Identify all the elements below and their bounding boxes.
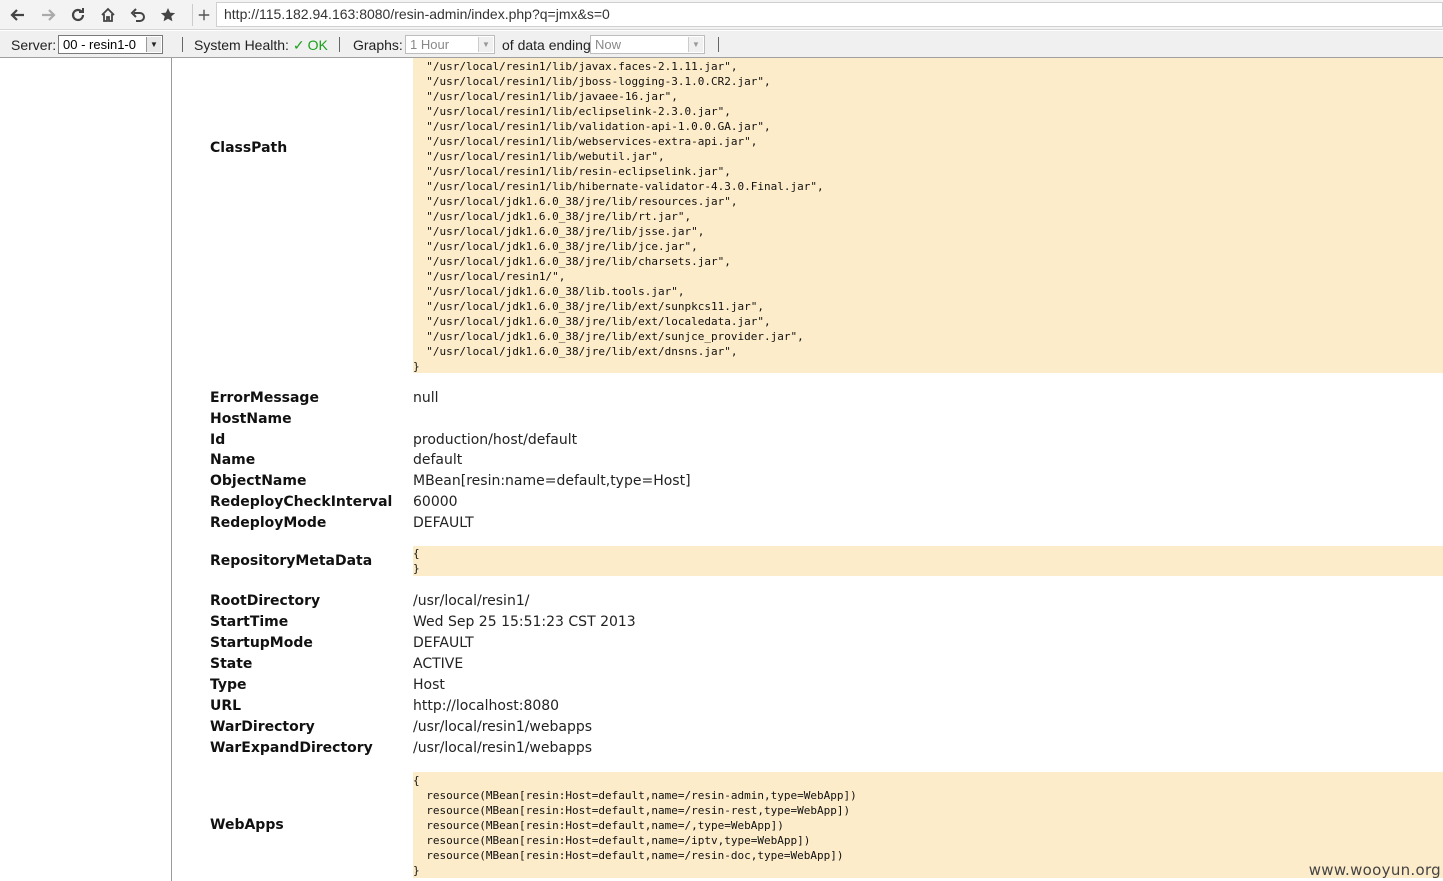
home-icon[interactable]: [97, 4, 119, 26]
reload-icon[interactable]: [67, 4, 89, 26]
prop-name: StartTime: [210, 614, 289, 630]
webapps-value-block: { resource(MBean[resin:Host=default,name…: [413, 772, 1443, 878]
code-line: "/usr/local/resin1/lib/jboss-logging-3.1…: [413, 75, 771, 88]
back-icon[interactable]: [7, 4, 29, 26]
prop-name-webapps: WebApps: [210, 817, 284, 833]
prop-name: Name: [210, 452, 256, 469]
health-status: OK: [307, 37, 328, 53]
code-line: resource(MBean[resin:Host=default,name=/…: [413, 789, 857, 802]
prop-name-classpath: ClassPath: [210, 140, 288, 156]
browser-toolbar: http://115.182.94.163:8080/resin-admin/i…: [0, 0, 1443, 30]
prop-name: WarExpandDirectory: [210, 740, 373, 756]
forward-icon[interactable]: [37, 4, 59, 26]
code-line: "/usr/local/resin1/lib/validation-api-1.…: [413, 120, 771, 133]
code-line: "/usr/local/jdk1.6.0_38/jre/lib/jce.jar"…: [413, 240, 698, 253]
bookmark-star-icon[interactable]: [157, 4, 179, 26]
system-health-label: System Health: ✓ OK: [194, 37, 328, 54]
code-line: }: [413, 864, 420, 877]
prop-name: ErrorMessage: [210, 390, 319, 406]
prop-value: DEFAULT: [413, 514, 474, 531]
check-icon: ✓: [292, 37, 305, 53]
code-line: {: [413, 547, 420, 560]
prop-name: RedeployCheckInterval: [210, 494, 393, 510]
code-line: {: [413, 774, 420, 787]
prop-value: production/host/default: [413, 431, 578, 448]
prop-name: State: [210, 656, 253, 672]
server-label: Server:: [11, 37, 57, 53]
server-select-value: 00 - resin1-0: [63, 37, 136, 52]
graphs-period-value: 1 Hour: [410, 37, 450, 52]
left-panel-border: [171, 58, 172, 881]
code-line: "/usr/local/jdk1.6.0_38/jre/lib/ext/sunj…: [413, 330, 804, 343]
prop-name: ObjectName: [210, 473, 307, 490]
prop-value: /usr/local/resin1/webapps: [413, 740, 593, 756]
server-select[interactable]: 00 - resin1-0 ▼: [58, 35, 163, 54]
chevron-down-icon: ▼: [478, 37, 493, 52]
prop-value: Host: [413, 677, 445, 693]
code-line: "/usr/local/jdk1.6.0_38/jre/lib/rt.jar",: [413, 210, 692, 223]
divider: [339, 37, 340, 52]
prop-value: 60000: [413, 494, 458, 510]
prop-value: http://localhost:8080: [413, 698, 560, 714]
prop-name: Id: [210, 431, 226, 448]
code-line: "/usr/local/jdk1.6.0_38/jre/lib/jsse.jar…: [413, 225, 705, 238]
divider: [182, 37, 183, 52]
code-line: resource(MBean[resin:Host=default,name=/…: [413, 819, 784, 832]
code-line: "/usr/local/resin1/lib/resin-eclipselink…: [413, 165, 731, 178]
admin-header-bar: Server: 00 - resin1-0 ▼ System Health: ✓…: [0, 31, 1443, 58]
code-line: resource(MBean[resin:Host=default,name=/…: [413, 804, 851, 817]
data-ending-value: Now: [595, 37, 622, 52]
chevron-down-icon: ▼: [146, 37, 161, 52]
prop-name: HostName: [210, 410, 292, 427]
classpath-value-block: "/usr/local/resin1/lib/javax.faces-2.1.1…: [413, 58, 1443, 373]
prop-name: Type: [210, 677, 247, 693]
prop-value: /usr/local/resin1/: [413, 593, 530, 609]
prop-value: /usr/local/resin1/webapps: [413, 719, 593, 735]
prop-value: MBean[resin:name=default,type=Host]: [413, 473, 691, 490]
code-line: "/usr/local/resin1/lib/webservices-extra…: [413, 135, 758, 148]
data-ending-label: of data ending: [502, 37, 591, 53]
prop-name-repositorymetadata: RepositoryMetaData: [210, 553, 373, 569]
prop-value: default: [413, 452, 463, 469]
code-line: "/usr/local/jdk1.6.0_38/lib.tools.jar",: [413, 285, 685, 298]
divider: [718, 37, 719, 52]
data-ending-select[interactable]: Now ▼: [590, 35, 705, 54]
code-line: "/usr/local/resin1/",: [413, 270, 566, 283]
prop-value: ACTIVE: [413, 656, 464, 672]
code-line: "/usr/local/jdk1.6.0_38/jre/lib/ext/sunp…: [413, 300, 764, 313]
code-line: resource(MBean[resin:Host=default,name=/…: [413, 849, 844, 862]
code-line: }: [413, 562, 420, 575]
address-bar[interactable]: http://115.182.94.163:8080/resin-admin/i…: [216, 2, 1443, 27]
prop-name: WarDirectory: [210, 719, 315, 735]
prop-value: null: [413, 390, 439, 406]
code-line: }: [413, 360, 420, 373]
prop-name: URL: [210, 698, 242, 714]
graphs-label: Graphs:: [353, 37, 403, 53]
code-line: "/usr/local/resin1/lib/javax.faces-2.1.1…: [413, 60, 738, 73]
code-line: "/usr/local/jdk1.6.0_38/jre/lib/charsets…: [413, 255, 731, 268]
code-line: "/usr/local/resin1/lib/javaee-16.jar",: [413, 90, 678, 103]
code-line: "/usr/local/jdk1.6.0_38/jre/lib/resource…: [413, 195, 738, 208]
code-line: resource(MBean[resin:Host=default,name=/…: [413, 834, 811, 847]
prop-value: Wed Sep 25 15:51:23 CST 2013: [413, 614, 636, 630]
code-line: "/usr/local/resin1/lib/hibernate-validat…: [413, 180, 824, 193]
code-line: "/usr/local/jdk1.6.0_38/jre/lib/ext/dnsn…: [413, 345, 738, 358]
prop-value: DEFAULT: [413, 635, 474, 651]
code-line: "/usr/local/jdk1.6.0_38/jre/lib/ext/loca…: [413, 315, 771, 328]
undo-icon[interactable]: [127, 4, 149, 26]
repository-value-block: {}: [413, 546, 1443, 576]
chevron-down-icon: ▼: [688, 37, 703, 52]
prop-name: RedeployMode: [210, 514, 327, 531]
health-label-text: System Health:: [194, 37, 289, 53]
code-line: "/usr/local/resin1/lib/webutil.jar",: [413, 150, 665, 163]
code-line: "/usr/local/resin1/lib/eclipselink-2.3.0…: [413, 105, 731, 118]
prop-name: StartupMode: [210, 635, 313, 651]
watermark: www.wooyun.org: [1308, 861, 1441, 879]
graphs-period-select[interactable]: 1 Hour ▼: [405, 35, 495, 54]
new-tab-plus-icon[interactable]: [192, 4, 215, 26]
prop-name: RootDirectory: [210, 593, 321, 609]
